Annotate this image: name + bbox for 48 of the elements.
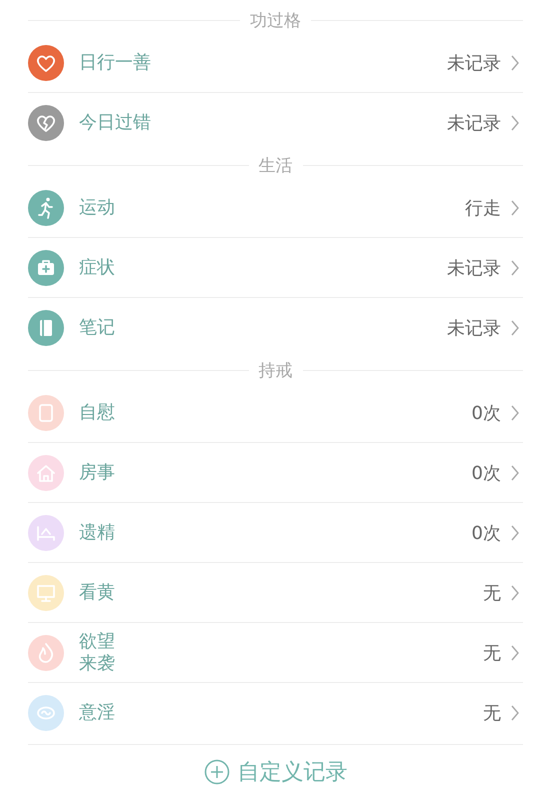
record-row[interactable]: 房事 0次: [28, 443, 523, 503]
record-row[interactable]: 运动 行走: [28, 178, 523, 238]
row-label: 意淫: [79, 702, 115, 724]
row-label: 症状: [79, 256, 116, 278]
record-row[interactable]: 欲望来袭 无: [28, 623, 523, 683]
row-label: 运动: [79, 196, 116, 218]
row-value: 无: [483, 702, 501, 725]
add-icon: [204, 758, 230, 784]
chevron-icon: [510, 584, 520, 602]
row-label: 遗精: [79, 522, 115, 544]
chevron-icon: [510, 258, 520, 276]
chevron-icon: [510, 464, 520, 482]
row-value: 未记录: [447, 52, 501, 74]
row-value: 未记录: [447, 256, 501, 280]
chevron-icon: [510, 114, 520, 132]
chevron-icon: [510, 704, 520, 722]
row-value: 0次: [472, 462, 501, 484]
row-label: 今日过错: [79, 112, 152, 134]
row-value: 未记录: [447, 317, 501, 340]
row-label: 日行一善: [79, 52, 152, 74]
record-row[interactable]: 笔记 未记录: [28, 298, 523, 358]
chevron-icon: [510, 404, 520, 422]
chevron-icon: [510, 644, 520, 662]
row-value: 行走: [465, 196, 501, 220]
row-value: 未记录: [447, 112, 501, 135]
row-label: 房事: [79, 462, 115, 484]
section-title: 持戒: [258, 360, 292, 382]
section-title: 功过格: [250, 10, 301, 32]
row-value: 无: [483, 642, 501, 664]
record-row[interactable]: 日行一善 未记录: [28, 33, 523, 93]
row-label: 看黄: [79, 582, 115, 604]
row-label: 自慰: [79, 402, 115, 424]
row-value: 无: [483, 582, 501, 604]
row-label: 欲望来袭: [79, 630, 115, 674]
record-row[interactable]: 症状 未记录: [28, 238, 523, 298]
chevron-icon: [510, 319, 520, 337]
chevron-icon: [510, 198, 520, 216]
row-value: 0次: [472, 402, 501, 424]
chevron-icon: [510, 524, 520, 542]
row-value: 0次: [472, 522, 501, 544]
chevron-icon: [510, 54, 520, 72]
record-row[interactable]: 今日过错 未记录: [28, 93, 523, 153]
record-row[interactable]: 看黄 无: [28, 563, 523, 623]
row-label: 笔记: [79, 317, 116, 339]
record-row[interactable]: 遗精 0次: [28, 503, 523, 563]
section-title: 生活: [258, 155, 292, 177]
record-row[interactable]: 自慰 0次: [28, 383, 523, 443]
record-row[interactable]: 意淫 无: [28, 683, 523, 743]
